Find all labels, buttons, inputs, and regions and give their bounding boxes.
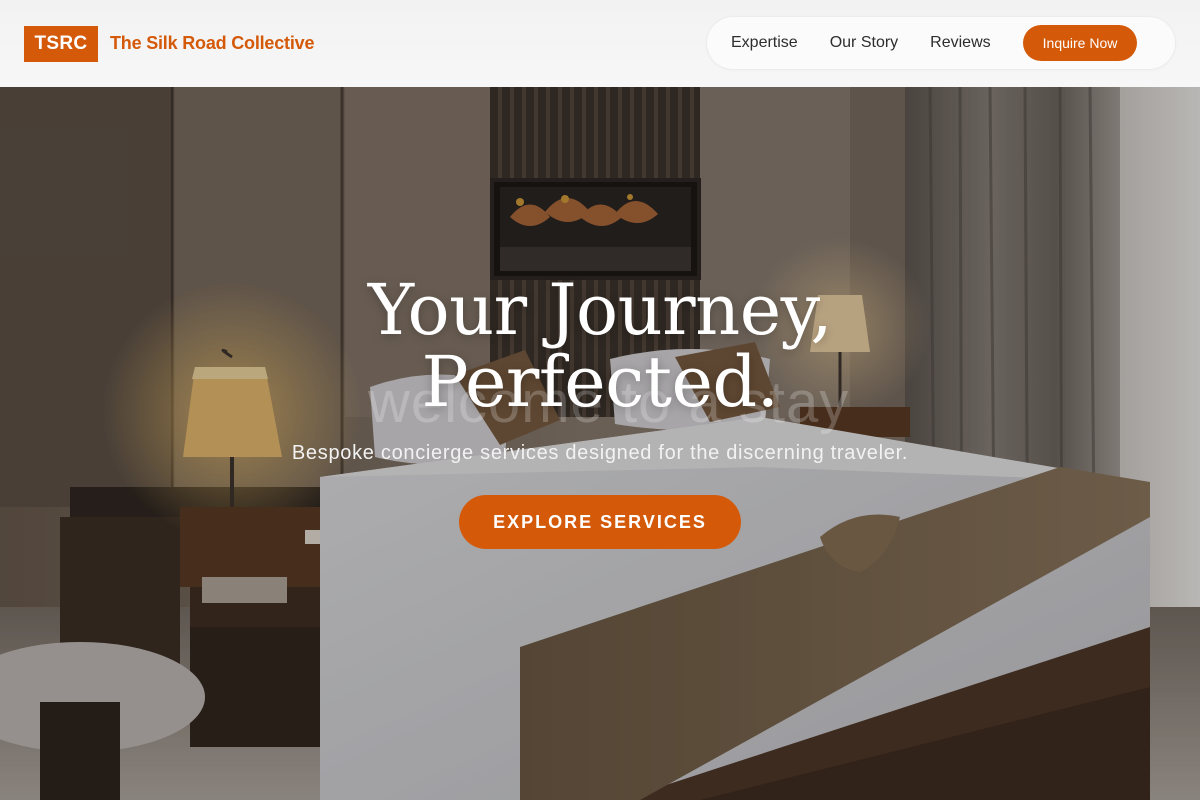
hero-section: welcome to a stay Your Journey, Perfecte… xyxy=(0,87,1200,800)
hero-title: Your Journey, Perfected. xyxy=(368,274,833,418)
hero-title-line-1: Your Journey, xyxy=(367,269,833,351)
brand[interactable]: TSRC The Silk Road Collective xyxy=(24,25,314,62)
site-header: TSRC The Silk Road Collective Expertise … xyxy=(0,0,1200,87)
main-nav: Expertise Our Story Reviews Inquire Now xyxy=(707,17,1175,69)
explore-services-button[interactable]: EXPLORE SERVICES xyxy=(459,495,741,549)
nav-link-our-story[interactable]: Our Story xyxy=(830,34,898,52)
hero-subtitle: Bespoke concierge services designed for … xyxy=(291,442,909,464)
nav-link-reviews[interactable]: Reviews xyxy=(930,34,990,52)
hero-content: Your Journey, Perfected. Bespoke concier… xyxy=(0,87,1200,800)
brand-name[interactable]: The Silk Road Collective xyxy=(110,33,314,54)
nav-link-expertise[interactable]: Expertise xyxy=(731,34,798,52)
logo[interactable]: TSRC xyxy=(24,25,98,62)
hero-title-line-2: Perfected. xyxy=(421,341,779,423)
inquire-now-button[interactable]: Inquire Now xyxy=(1022,25,1138,61)
